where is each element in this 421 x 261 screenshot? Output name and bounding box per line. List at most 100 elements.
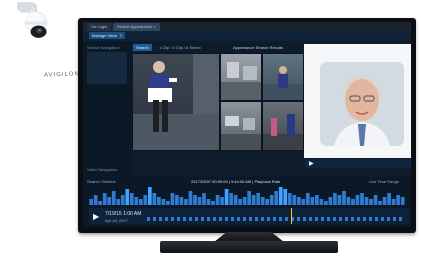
activity-bar <box>369 199 373 205</box>
activity-bar <box>351 199 355 205</box>
activity-bar <box>382 197 387 205</box>
browser-tab-search[interactable]: Search Appearance × <box>113 23 160 31</box>
video-tile-4[interactable] <box>220 101 262 151</box>
activity-bar <box>247 191 252 205</box>
playhead-marker[interactable] <box>291 208 292 224</box>
activity-bar <box>134 197 139 205</box>
activity-bar <box>400 197 405 205</box>
activity-bar <box>152 193 157 205</box>
video-navigation-label: Video Navigation <box>87 167 118 172</box>
activity-bar <box>98 201 103 205</box>
main-video-tile[interactable] <box>132 53 220 151</box>
browser-tab-login[interactable]: Vic Login <box>87 23 112 31</box>
time-readout: 7/19/15 1:00 AM <box>105 211 142 217</box>
activity-bar <box>387 193 391 205</box>
activity-bar <box>315 195 319 205</box>
activity-bar <box>125 189 130 205</box>
results-title: Appearance Search Results <box>233 45 283 50</box>
activity-bar <box>120 195 125 205</box>
activity-bar <box>274 191 279 205</box>
activity-bar <box>211 201 215 205</box>
activity-bar <box>215 195 220 205</box>
timeline-right-label: Live Time Range <box>369 179 400 184</box>
activity-bar <box>238 199 242 205</box>
office-scene-image <box>221 116 261 150</box>
activity-bar <box>378 201 382 205</box>
activity-bar <box>328 197 333 205</box>
activity-bar <box>184 199 188 205</box>
activity-bar <box>224 189 229 205</box>
menu-button[interactable]: ≡ <box>117 32 126 39</box>
activity-bar <box>269 195 274 205</box>
activity-bar <box>188 191 193 205</box>
activity-bar <box>166 201 170 205</box>
activity-bar <box>242 197 247 205</box>
activity-bar <box>179 197 184 205</box>
activity-bar <box>129 193 134 205</box>
activity-bar <box>89 199 94 205</box>
activity-bar <box>301 199 306 205</box>
app-toolbar <box>83 31 411 41</box>
portrait-playback-bar <box>305 159 411 168</box>
person-face-image <box>320 62 404 146</box>
activity-bar <box>220 197 224 205</box>
activity-bar <box>287 193 292 205</box>
activity-bar <box>364 197 369 205</box>
activity-bar <box>360 193 364 205</box>
activity-bar <box>161 199 166 205</box>
activity-bar <box>296 197 301 205</box>
activity-bar <box>319 199 324 205</box>
activity-bar <box>305 193 310 205</box>
timeline-left-label: Search Timeline <box>87 179 116 184</box>
walking-person-image <box>133 54 219 150</box>
activity-bar <box>143 195 148 205</box>
activity-bar-chart[interactable] <box>89 185 405 205</box>
date-readout: Apr 18, 2017 <box>105 218 128 223</box>
monitor-stand-base <box>160 241 338 253</box>
activity-bar <box>102 193 107 205</box>
activity-bar <box>283 189 288 205</box>
video-tile-2[interactable] <box>220 53 262 101</box>
monitor-screen: Vic Login Search Appearance × Manage Vie… <box>83 22 411 227</box>
activity-bar <box>202 193 206 205</box>
face-portrait[interactable] <box>320 62 404 146</box>
activity-bar <box>138 199 143 205</box>
activity-bar <box>265 199 270 205</box>
camera-thumbnail[interactable] <box>87 52 127 84</box>
activity-bar <box>396 195 400 205</box>
activity-bar <box>251 195 256 205</box>
activity-bar <box>256 193 261 205</box>
lobby-scene-image <box>263 114 303 150</box>
dome-camera-icon <box>17 2 48 38</box>
video-tile-5[interactable] <box>262 101 304 151</box>
activity-bar <box>233 195 238 205</box>
search-navigation-label: Search Navigation <box>87 45 120 50</box>
activity-bar <box>157 197 161 205</box>
activity-bar <box>111 191 116 205</box>
activity-bar <box>116 199 121 205</box>
activity-bar <box>229 193 233 205</box>
search-button[interactable]: Search <box>133 44 152 51</box>
activity-bar <box>170 193 175 205</box>
room-scene-image <box>221 62 261 100</box>
activity-bar <box>337 195 342 205</box>
activity-bar <box>346 197 351 205</box>
camera-brand-label: AVIGILON <box>43 71 81 79</box>
activity-bar <box>175 195 179 205</box>
activity-bar <box>93 195 98 205</box>
activity-bar <box>197 197 202 205</box>
activity-bar <box>193 195 197 205</box>
activity-bar <box>373 195 378 205</box>
activity-bar <box>107 197 112 205</box>
activity-bar <box>391 199 396 205</box>
activity-bar <box>355 195 360 205</box>
timeline-center-label: 2017/03/07 00:00:00 | 9:44:00 AM | Playb… <box>191 179 281 184</box>
play-icon[interactable]: ▶ <box>309 160 314 167</box>
activity-bar <box>278 187 283 205</box>
play-button-icon[interactable]: ▶ <box>93 212 99 221</box>
activity-bar <box>310 197 315 205</box>
activity-bar <box>292 195 297 205</box>
activity-bar <box>333 193 337 205</box>
video-tile-3[interactable] <box>262 53 304 101</box>
activity-bar <box>342 191 346 205</box>
